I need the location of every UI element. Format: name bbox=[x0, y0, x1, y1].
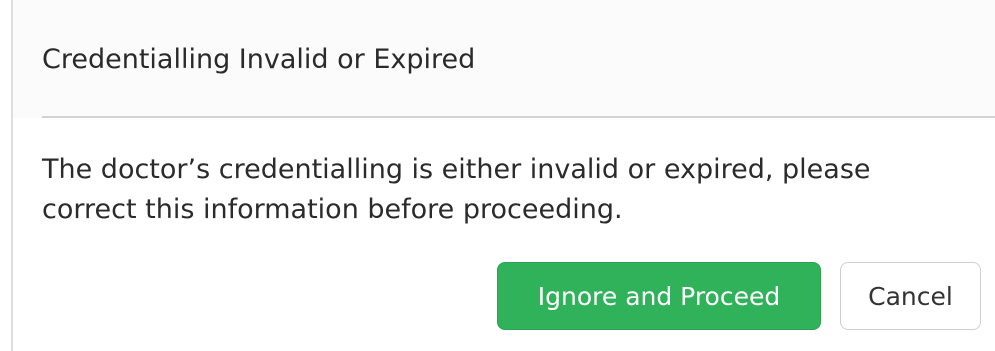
dialog-message: The doctor’s credentialling is either in… bbox=[42, 154, 871, 225]
dialog-title: Credentialling Invalid or Expired bbox=[42, 44, 476, 75]
cancel-button[interactable]: Cancel bbox=[840, 262, 981, 330]
ignore-and-proceed-button[interactable]: Ignore and Proceed bbox=[497, 262, 821, 330]
header-divider bbox=[42, 116, 995, 118]
credentialling-dialog: Credentialling Invalid or Expired The do… bbox=[11, 0, 995, 351]
dialog-footer: Ignore and Proceed Cancel bbox=[13, 262, 995, 332]
dialog-header: Credentialling Invalid or Expired bbox=[13, 0, 995, 118]
